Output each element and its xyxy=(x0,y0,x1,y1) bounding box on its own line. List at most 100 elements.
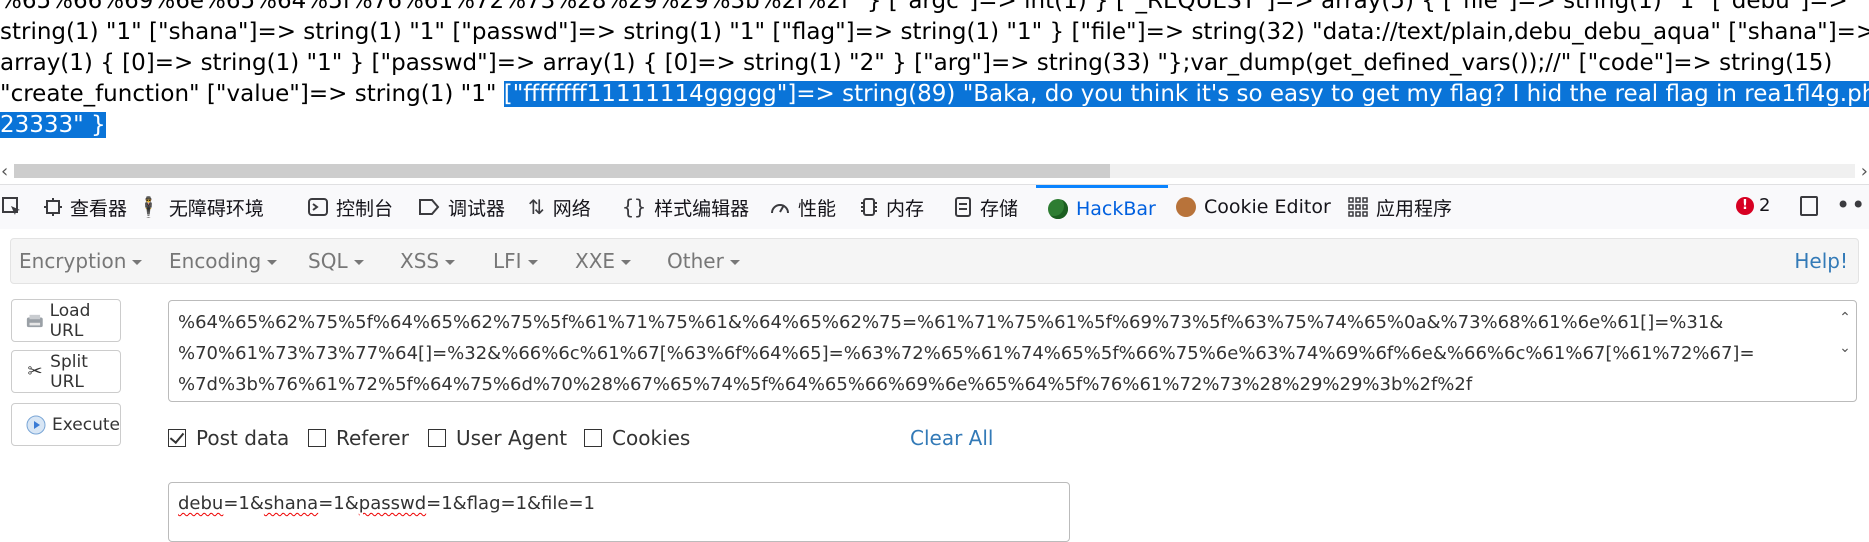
tab-style-editor[interactable]: {} 样式编辑器 xyxy=(622,185,749,229)
checkbox-checked-icon[interactable] xyxy=(168,429,186,447)
clear-all-link[interactable]: Clear All xyxy=(910,426,993,450)
post-text: =1&flag=1&file=1 xyxy=(426,493,596,514)
menu-other[interactable]: Other xyxy=(667,239,740,283)
selected-text: 23333" } xyxy=(0,112,106,138)
post-data-textarea[interactable]: debu=1&shana=1&passwd=1&flag=1&file=1 xyxy=(168,482,1070,542)
button-label: Load URL xyxy=(49,300,91,341)
url-line: %7d%3b%76%61%72%5f%64%75%6d%70%28%67%65%… xyxy=(178,374,1473,395)
button-label: Execute xyxy=(52,414,120,435)
tab-label: 调试器 xyxy=(448,197,506,220)
selected-text: ["ffffffff11111114ggggg"]=> string(89) "… xyxy=(503,81,1869,107)
tab-label: 性能 xyxy=(798,197,837,220)
menu-label: XSS xyxy=(400,249,440,273)
menu-encoding[interactable]: Encoding xyxy=(169,239,278,283)
tab-label: 内存 xyxy=(886,197,925,220)
output-line: %65%66%69%6e%65%64%5f%76%61%72%73%28%29%… xyxy=(0,0,1848,14)
tab-accessibility[interactable]: 🕴 无障碍环境 xyxy=(136,185,264,229)
scroll-right-icon[interactable]: › xyxy=(1861,161,1868,182)
menu-encryption[interactable]: Encryption xyxy=(19,239,143,283)
hackbar-icon xyxy=(1048,198,1068,219)
caret-down-icon xyxy=(445,260,456,265)
play-icon xyxy=(26,415,46,434)
style-editor-icon: {} xyxy=(622,195,647,219)
menu-sql[interactable]: SQL xyxy=(308,239,364,283)
checkbox-label: Cookies xyxy=(612,426,691,450)
post-param: debu xyxy=(178,493,224,514)
button-label: Split URL xyxy=(50,351,88,392)
post-data-text: debu=1&shana=1&passwd=1&flag=1&file=1 xyxy=(178,493,595,514)
menu-label: Other xyxy=(667,249,724,273)
execute-button[interactable]: Execute xyxy=(11,403,121,446)
horizontal-scrollbar[interactable]: ‹ › xyxy=(0,160,1869,184)
tab-hackbar[interactable]: HackBar xyxy=(1036,185,1168,229)
caret-down-icon xyxy=(729,260,740,265)
scroll-left-icon[interactable]: ‹ xyxy=(1,161,8,182)
tab-inspector[interactable]: 查看器 xyxy=(44,185,127,229)
storage-icon xyxy=(955,197,971,217)
more-options-icon[interactable]: ••• xyxy=(1836,191,1869,219)
memory-icon xyxy=(861,198,877,216)
post-data-checkbox[interactable]: Post data xyxy=(168,426,289,450)
debugger-icon xyxy=(419,199,440,215)
cookie-icon xyxy=(1176,197,1196,217)
url-line: %64%65%62%75%5f%64%65%62%75%5f%61%71%75%… xyxy=(178,312,1724,333)
tab-label: 存储 xyxy=(980,197,1019,220)
tab-cookie-editor[interactable]: Cookie Editor xyxy=(1176,185,1331,229)
menu-xxe[interactable]: XXE xyxy=(575,239,632,283)
load-url-button[interactable]: Load URL xyxy=(11,299,121,342)
checkbox-label: Referer xyxy=(336,426,409,450)
output-line: array(1) { [0]=> string(1) "1" } ["passw… xyxy=(0,50,1833,76)
menu-label: LFI xyxy=(493,249,522,273)
console-icon xyxy=(308,198,328,216)
checkbox-label: User Agent xyxy=(456,426,568,450)
menu-label: Encryption xyxy=(19,249,127,273)
menu-xss[interactable]: XSS xyxy=(400,239,456,283)
tab-memory[interactable]: 内存 xyxy=(860,185,924,229)
error-count[interactable]: 2 xyxy=(1759,195,1770,216)
post-param: shana xyxy=(263,493,319,514)
tab-label: 无障碍环境 xyxy=(168,197,264,220)
menu-lfi[interactable]: LFI xyxy=(493,239,538,283)
tab-network[interactable]: ⇅ 网络 xyxy=(528,185,591,229)
tab-performance[interactable]: 性能 xyxy=(770,185,836,229)
post-text: =1& xyxy=(223,493,264,514)
element-picker-icon[interactable] xyxy=(2,197,22,217)
checkbox-icon[interactable] xyxy=(584,429,602,447)
url-textarea[interactable]: %64%65%62%75%5f%64%65%62%75%5f%61%71%75%… xyxy=(168,300,1857,402)
caret-down-icon xyxy=(132,260,143,265)
dock-side-icon[interactable] xyxy=(1800,196,1818,216)
tab-label: Cookie Editor xyxy=(1204,196,1331,218)
caret-down-icon xyxy=(267,260,278,265)
scrollbar-thumb[interactable] xyxy=(14,164,1110,178)
page-output: %65%66%69%6e%65%64%5f%76%61%72%73%28%29%… xyxy=(0,0,1869,160)
tab-application[interactable]: 应用程序 xyxy=(1348,185,1452,229)
menu-label: XXE xyxy=(575,249,616,273)
output-line: "create_function" ["value"]=> string(1) … xyxy=(0,79,1869,110)
post-param: passwd xyxy=(358,493,427,514)
textarea-scrollbar[interactable]: ⌃ ⌄ xyxy=(1838,307,1852,359)
output-line: string(1) "1" ["shana"]=> string(1) "1" … xyxy=(0,19,1869,45)
error-icon[interactable]: ! xyxy=(1736,197,1754,215)
inspector-icon xyxy=(44,198,62,216)
checkbox-icon[interactable] xyxy=(428,429,446,447)
tab-label: 查看器 xyxy=(70,197,128,220)
scroll-down-icon[interactable]: ⌄ xyxy=(1838,337,1852,359)
tab-label: 应用程序 xyxy=(1376,197,1453,220)
tab-debugger[interactable]: 调试器 xyxy=(418,185,505,229)
cookies-checkbox[interactable]: Cookies xyxy=(584,426,690,450)
tab-storage[interactable]: 存储 xyxy=(954,185,1018,229)
performance-icon xyxy=(771,204,789,214)
devtools-toolbar: 查看器 🕴 无障碍环境 控制台 调试器 ⇅ 网络 {} 样式编辑器 性能 内存 … xyxy=(0,184,1869,230)
network-icon: ⇅ xyxy=(528,195,545,219)
caret-down-icon xyxy=(353,260,364,265)
tab-console[interactable]: 控制台 xyxy=(308,185,393,229)
post-text: =1& xyxy=(318,493,359,514)
split-url-button[interactable]: ✂ Split URL xyxy=(11,350,121,393)
checkbox-icon[interactable] xyxy=(308,429,326,447)
user-agent-checkbox[interactable]: User Agent xyxy=(428,426,567,450)
referer-checkbox[interactable]: Referer xyxy=(308,426,409,450)
load-url-icon xyxy=(26,314,43,327)
scroll-up-icon[interactable]: ⌃ xyxy=(1838,307,1852,329)
application-icon xyxy=(1348,197,1368,217)
help-link[interactable]: Help! xyxy=(1794,239,1848,283)
